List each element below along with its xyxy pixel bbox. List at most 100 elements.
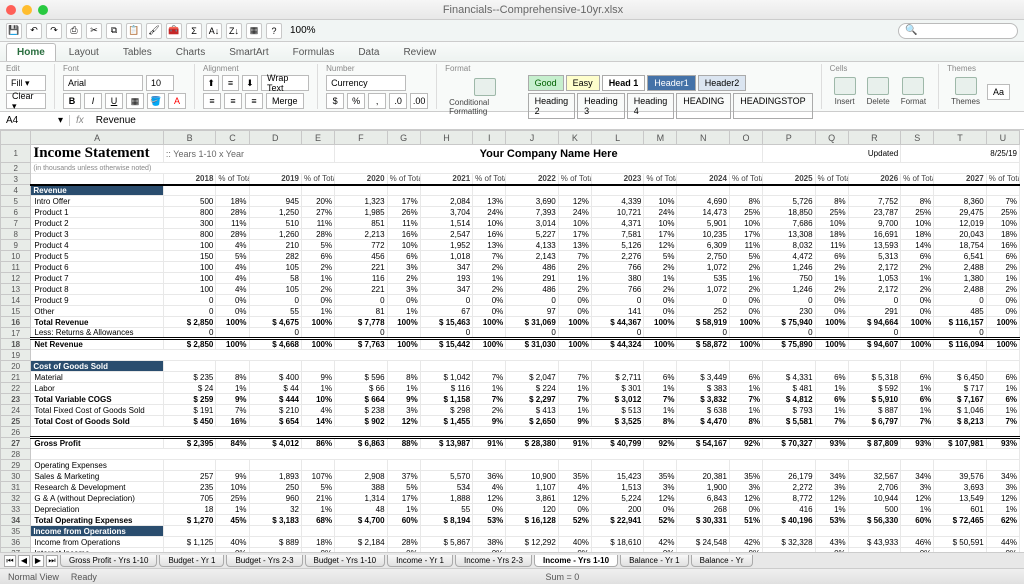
conditional-formatting-button[interactable]: Conditional Formatting [445, 76, 525, 118]
delete-cells-button[interactable]: Delete [863, 75, 894, 108]
search-input[interactable]: 🔍 [898, 23, 1018, 39]
tab-data[interactable]: Data [347, 43, 390, 61]
font-color-button[interactable]: A [168, 93, 186, 109]
decrease-decimal-icon[interactable]: .0 [389, 93, 407, 109]
tab-tables[interactable]: Tables [112, 43, 163, 61]
worksheet-tab[interactable]: Budget - Yr 1 [159, 555, 224, 567]
sigma-icon[interactable]: Σ [186, 23, 202, 39]
wrap-text-button[interactable]: Wrap Text [261, 75, 309, 91]
currency-icon[interactable]: $ [326, 93, 344, 109]
fill-dropdown[interactable]: Fill ▾ [6, 75, 46, 91]
gallery-icon[interactable]: ▦ [246, 23, 262, 39]
tab-nav-next-icon[interactable]: ▶ [32, 555, 44, 567]
conditional-formatting-icon [474, 78, 496, 96]
tab-nav-prev-icon[interactable]: ◀ [18, 555, 30, 567]
worksheet-tab[interactable]: Budget - Yrs 1-10 [305, 555, 386, 567]
copy-icon[interactable]: ⧉ [106, 23, 122, 39]
increase-decimal-icon[interactable]: .00 [410, 93, 428, 109]
style-heading2[interactable]: Heading 2 [528, 93, 576, 119]
worksheet-grid[interactable]: ABCDEFGHIJKLMNOPQRSTU1Income Statement::… [0, 130, 1024, 558]
group-alignment-label: Alignment [203, 64, 309, 73]
worksheet-tab[interactable]: Income - Yrs 2-3 [455, 555, 532, 567]
ribbon-tabs: Home Layout Tables Charts SmartArt Formu… [0, 42, 1024, 62]
tab-nav-first-icon[interactable]: ⏮ [4, 555, 16, 567]
themes-icon [955, 77, 977, 95]
group-edit-label: Edit [6, 64, 46, 73]
redo-icon[interactable]: ↷ [46, 23, 62, 39]
minimize-window-icon[interactable] [22, 5, 32, 15]
sort-desc-icon[interactable]: Z↓ [226, 23, 242, 39]
tab-formulas[interactable]: Formulas [282, 43, 346, 61]
group-format-label: Format [445, 64, 813, 73]
group-font-label: Font [63, 64, 186, 73]
align-top-icon[interactable]: ⬆ [203, 75, 219, 91]
worksheet-tab[interactable]: Balance - Yr 1 [620, 555, 689, 567]
tab-nav-last-icon[interactable]: ⏭ [46, 555, 58, 567]
worksheet-tab[interactable]: Budget - Yrs 2-3 [226, 555, 302, 567]
style-heading[interactable]: HEADING [676, 93, 731, 119]
align-center-icon[interactable]: ≡ [224, 93, 242, 109]
format-cells-button[interactable]: Format [897, 75, 930, 108]
tab-charts[interactable]: Charts [165, 43, 216, 61]
style-easy[interactable]: Easy [566, 75, 600, 91]
format-painter-icon[interactable]: 🖌 [146, 23, 162, 39]
font-name-select[interactable]: Arial [63, 75, 143, 91]
tab-smartart[interactable]: SmartArt [218, 43, 279, 61]
comma-icon[interactable]: , [368, 93, 386, 109]
themes-button[interactable]: Themes [947, 75, 984, 108]
status-bar: Normal View Ready Sum = 0 [0, 568, 1024, 584]
save-icon[interactable]: 💾 [6, 23, 22, 39]
name-box[interactable]: A4▾ [0, 115, 70, 126]
align-left-icon[interactable]: ≡ [203, 93, 221, 109]
tab-review[interactable]: Review [392, 43, 447, 61]
sort-asc-icon[interactable]: A↓ [206, 23, 222, 39]
bold-button[interactable]: B [63, 93, 81, 109]
tab-layout[interactable]: Layout [58, 43, 110, 61]
underline-button[interactable]: U [105, 93, 123, 109]
search-icon: 🔍 [905, 25, 917, 36]
chevron-down-icon: ▾ [58, 115, 63, 126]
style-good[interactable]: Good [528, 75, 564, 91]
worksheet-tab[interactable]: Income - Yrs 1-10 [534, 555, 618, 567]
status-ready: Ready [71, 572, 97, 582]
style-header2[interactable]: Header2 [698, 75, 747, 91]
ribbon-body: Edit Fill ▾ Clear ▾ Font Arial 10 B I U … [0, 62, 1024, 112]
close-window-icon[interactable] [6, 5, 16, 15]
style-head1[interactable]: Head 1 [602, 75, 646, 91]
worksheet-tab[interactable]: Gross Profit - Yrs 1-10 [60, 555, 157, 567]
insert-cells-button[interactable]: Insert [830, 75, 860, 108]
view-mode[interactable]: Normal View [8, 572, 59, 582]
percent-icon[interactable]: % [347, 93, 365, 109]
number-format-select[interactable]: Currency [326, 75, 406, 91]
status-sum: Sum = 0 [546, 572, 580, 582]
style-header1[interactable]: Header1 [647, 75, 696, 91]
italic-button[interactable]: I [84, 93, 102, 109]
formula-input[interactable]: Revenue [90, 115, 142, 126]
font-size-select[interactable]: 10 [146, 75, 174, 91]
fill-color-button[interactable]: 🪣 [147, 93, 165, 109]
zoom-level[interactable]: 100% [290, 25, 316, 36]
fx-icon[interactable]: fx [70, 115, 90, 126]
style-heading3[interactable]: Heading 3 [577, 93, 625, 119]
paste-icon[interactable]: 📋 [126, 23, 142, 39]
align-bottom-icon[interactable]: ⬇ [242, 75, 258, 91]
style-headingstop[interactable]: HEADINGSTOP [733, 93, 812, 119]
tab-home[interactable]: Home [6, 43, 56, 61]
undo-icon[interactable]: ↶ [26, 23, 42, 39]
cut-icon[interactable]: ✂ [86, 23, 102, 39]
style-heading4[interactable]: Heading 4 [627, 93, 675, 119]
help-icon[interactable]: ? [266, 23, 282, 39]
align-middle-icon[interactable]: ≡ [222, 75, 238, 91]
group-number-label: Number [326, 64, 428, 73]
merge-button[interactable]: Merge [266, 93, 304, 109]
cell-styles-gallery[interactable]: Good Easy Head 1 Header1 Header2 Heading… [528, 75, 813, 119]
worksheet-tab[interactable]: Balance - Yr [691, 555, 753, 567]
align-right-icon[interactable]: ≡ [245, 93, 263, 109]
border-button[interactable]: ▦ [126, 93, 144, 109]
clear-dropdown[interactable]: Clear ▾ [6, 93, 46, 109]
worksheet-tab[interactable]: Income - Yr 1 [387, 555, 453, 567]
print-icon[interactable]: ⎙ [66, 23, 82, 39]
themes-aa-button[interactable]: Aa [987, 84, 1010, 100]
maximize-window-icon[interactable] [38, 5, 48, 15]
toolbox-icon[interactable]: 🧰 [166, 23, 182, 39]
